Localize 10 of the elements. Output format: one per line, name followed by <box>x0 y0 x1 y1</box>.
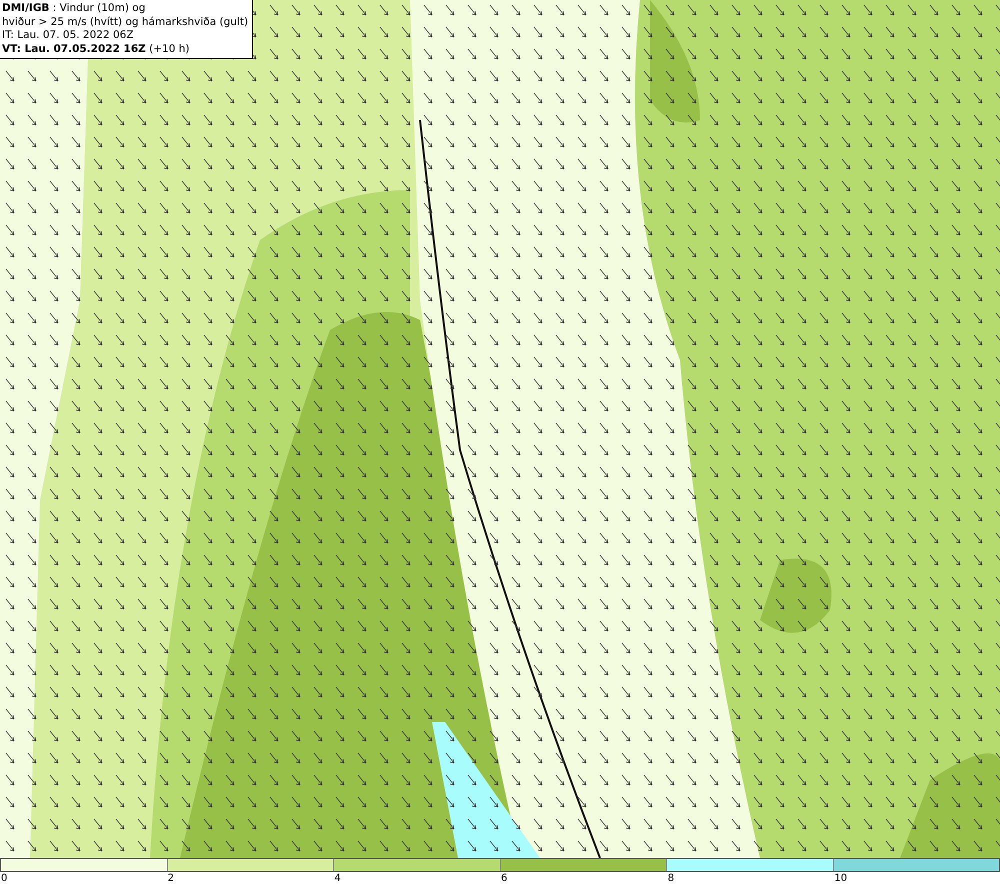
legend-text: IT: Lau. 07. 05. 2022 06Z <box>2 29 135 42</box>
scale-tick-label: 10 <box>833 873 848 884</box>
legend-text: DMI/IGB : Vindur (10m) og <box>2 2 146 16</box>
scale-tick-label: 0 <box>0 873 8 884</box>
scale-tick-label: 6 <box>500 873 508 884</box>
scale-tick-label: 4 <box>333 873 341 884</box>
legend-text: VT: Lau. 07.05.2022 16Z (+10 h) <box>2 42 190 56</box>
scale-tick-label: 2 <box>166 873 174 884</box>
scale-tick-label: 8 <box>666 873 674 884</box>
legend-text: hviður > 25 m/s (hvítt) og hámarkshviða (gult) <box>2 16 248 29</box>
